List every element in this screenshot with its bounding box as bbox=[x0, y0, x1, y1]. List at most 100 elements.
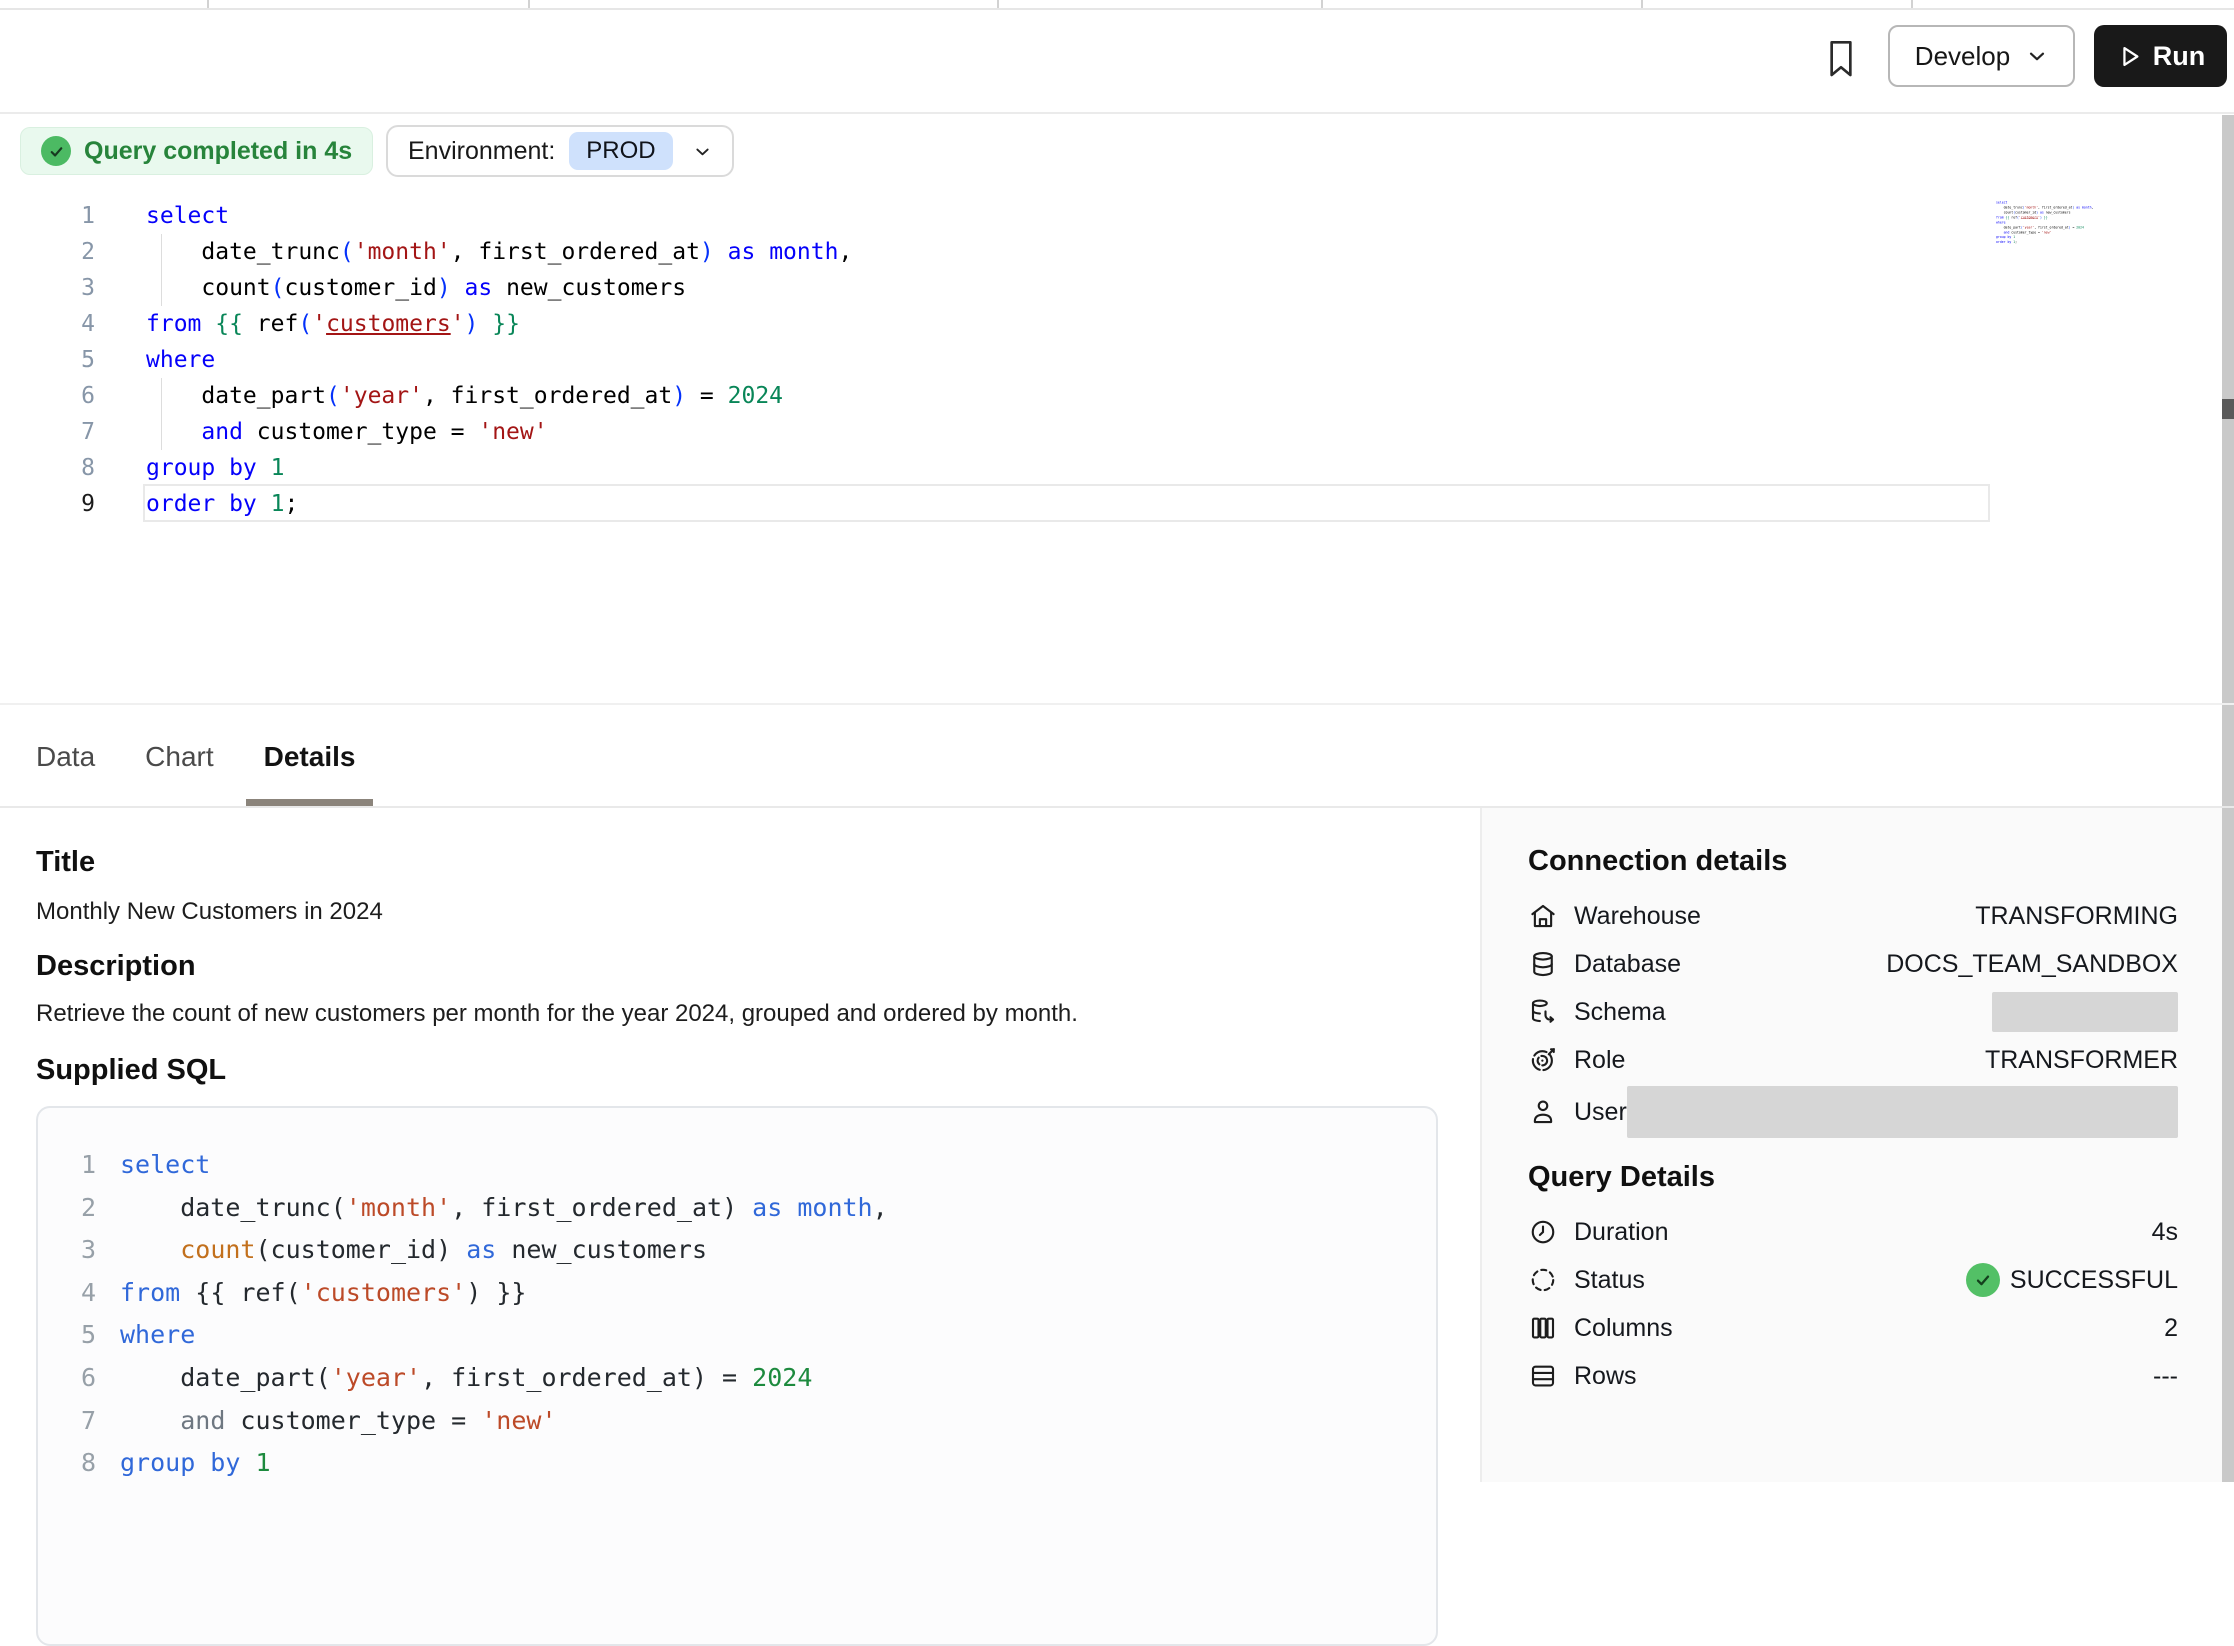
detail-row-database: Database DOCS_TEAM_SANDBOX bbox=[1528, 940, 2178, 988]
line-number: 4 bbox=[38, 1272, 96, 1315]
detail-value: DOCS_TEAM_SANDBOX bbox=[1886, 950, 2178, 979]
detail-row-role: RoleTRANSFORMER bbox=[1528, 1036, 2178, 1084]
line-number: 2 bbox=[0, 234, 95, 270]
run-label: Run bbox=[2153, 41, 2205, 72]
run-button[interactable]: Run bbox=[2094, 25, 2227, 87]
tab-separator bbox=[997, 0, 999, 8]
code-text: count(customer_id) as new_customers bbox=[1996, 211, 2071, 215]
active-line-highlight bbox=[143, 484, 1990, 522]
scrollbar-thumb[interactable] bbox=[2222, 399, 2234, 419]
supplied-sql-card: 1select2 date_trunc('month', first_order… bbox=[36, 1106, 1438, 1646]
tab-details[interactable]: Details bbox=[264, 705, 356, 806]
line-number: 6 bbox=[0, 378, 95, 414]
status-icon bbox=[1528, 1265, 1562, 1295]
line-number: 3 bbox=[0, 270, 95, 306]
indent-guide bbox=[161, 414, 162, 450]
bookmark-icon bbox=[1825, 38, 1857, 85]
detail-label: Schema bbox=[1574, 998, 1666, 1027]
detail-label: Database bbox=[1574, 950, 1681, 979]
code-text: group by 1 bbox=[1996, 235, 2015, 239]
develop-menu-button[interactable]: Develop bbox=[1888, 25, 2075, 87]
code-text: count(customer_id) as new_customers bbox=[120, 1235, 707, 1264]
description-value: Retrieve the count of new customers per … bbox=[36, 1000, 1376, 1028]
columns-icon bbox=[1528, 1313, 1562, 1343]
code-text: group by 1 bbox=[120, 1448, 271, 1477]
tab-data[interactable]: Data bbox=[36, 705, 95, 806]
code-line[interactable]: 6 date_part('year', first_ordered_at) = … bbox=[0, 378, 1990, 414]
code-line[interactable]: 7 and customer_type = 'new' bbox=[0, 414, 1990, 450]
tab-separator bbox=[528, 0, 530, 8]
query-details-rows: Duration4sStatusSUCCESSFULColumns2Rows--… bbox=[1528, 1208, 2178, 1400]
role-icon bbox=[1528, 1045, 1562, 1075]
success-check-icon bbox=[1966, 1263, 2000, 1297]
title-heading: Title bbox=[36, 846, 95, 879]
tab-chart[interactable]: Chart bbox=[145, 705, 213, 806]
rows-icon bbox=[1528, 1361, 1562, 1391]
schema-icon bbox=[1528, 997, 1562, 1027]
supplied-sql-code: 1select2 date_trunc('month', first_order… bbox=[38, 1144, 1436, 1485]
sql-editor[interactable]: 1select2 date_trunc('month', first_order… bbox=[0, 198, 1990, 522]
details-side-panel: Connection details Warehouse TRANSFORMING… bbox=[1480, 808, 2222, 1482]
code-line[interactable]: 3 count(customer_id) as new_customers bbox=[0, 270, 1990, 306]
tab-separator bbox=[1641, 0, 1643, 8]
detail-row-status: StatusSUCCESSFUL bbox=[1528, 1256, 2178, 1304]
code-text: from {{ ref('customers') }} bbox=[1996, 216, 2048, 220]
results-tabs: Data Chart Details bbox=[0, 705, 355, 806]
environment-label: Environment: bbox=[408, 137, 555, 166]
code-text: select bbox=[1996, 201, 2007, 205]
code-text: and customer_type = 'new' bbox=[146, 419, 548, 445]
code-line[interactable]: 4from {{ ref('customers') }} bbox=[0, 306, 1990, 342]
title-value: Monthly New Customers in 2024 bbox=[36, 898, 383, 926]
code-line: 6 date_part('year', first_ordered_at) = … bbox=[38, 1357, 1436, 1400]
warehouse-icon bbox=[1528, 901, 1562, 931]
code-line: 3 count(customer_id) as new_customers bbox=[38, 1229, 1436, 1272]
minimap-code: 1select2 date_trunc('month', first_order… bbox=[1996, 200, 2102, 245]
code-line: 8 group by 1 bbox=[38, 1442, 1436, 1485]
indent-guide bbox=[161, 378, 162, 414]
database-icon bbox=[1528, 949, 1562, 979]
code-text: order by 1; bbox=[146, 491, 298, 517]
code-line[interactable]: 9 order by 1; bbox=[0, 486, 1990, 522]
detail-row-schema: Schema bbox=[1528, 988, 2178, 1036]
app-root: Develop Run Query completed in 4s Enviro… bbox=[0, 0, 2234, 1482]
detail-label: Warehouse bbox=[1574, 902, 1701, 931]
code-line[interactable]: 8group by 1 bbox=[0, 450, 1990, 486]
code-text: where bbox=[120, 1320, 195, 1349]
duration-icon bbox=[1528, 1217, 1562, 1247]
line-number: 5 bbox=[38, 1314, 96, 1357]
tab-separator bbox=[1911, 0, 1913, 8]
code-line: 5 where bbox=[38, 1314, 1436, 1357]
environment-value-badge: PROD bbox=[569, 132, 672, 170]
code-line[interactable]: 1select bbox=[0, 198, 1990, 234]
detail-row-rows: Rows--- bbox=[1528, 1352, 2178, 1400]
tab-separator bbox=[207, 0, 209, 8]
user-icon bbox=[1528, 1097, 1562, 1127]
code-line[interactable]: 5where bbox=[0, 342, 1990, 378]
code-line: 9order by 1; bbox=[1996, 240, 2102, 245]
code-text: date_trunc('month', first_ordered_at) as… bbox=[120, 1193, 888, 1222]
bookmark-button[interactable] bbox=[1818, 36, 1864, 86]
code-line[interactable]: 2 date_trunc('month', first_ordered_at) … bbox=[0, 234, 1990, 270]
detail-value: 2 bbox=[2164, 1314, 2178, 1343]
connection-details-rows: Warehouse TRANSFORMING Database DOCS_TEAM_S… bbox=[1528, 892, 2178, 1140]
top-tab-strip bbox=[0, 0, 2234, 10]
detail-value: TRANSFORMING bbox=[1975, 902, 2178, 931]
redacted-value bbox=[1627, 1086, 2178, 1138]
play-icon bbox=[2116, 43, 2143, 70]
code-text: date_trunc('month', first_ordered_at) as… bbox=[1996, 206, 2093, 210]
code-text: count(customer_id) as new_customers bbox=[146, 275, 686, 301]
line-number: 8 bbox=[38, 1442, 96, 1485]
code-text: from {{ ref('customers') }} bbox=[120, 1278, 526, 1307]
scrollbar-track[interactable] bbox=[2222, 115, 2234, 1482]
environment-selector[interactable]: Environment: PROD bbox=[386, 125, 734, 177]
code-text: date_trunc('month', first_ordered_at) as… bbox=[146, 239, 852, 265]
detail-row-duration: Duration4s bbox=[1528, 1208, 2178, 1256]
query-status-badge: Query completed in 4s bbox=[20, 127, 373, 175]
code-text: date_part('year', first_ordered_at) = 20… bbox=[120, 1363, 812, 1392]
connection-details-heading: Connection details bbox=[1528, 808, 2178, 878]
code-line: 1select bbox=[38, 1144, 1436, 1187]
line-number: 9 bbox=[0, 486, 95, 522]
detail-row-user: User bbox=[1528, 1084, 2178, 1140]
editor-minimap[interactable]: 1select2 date_trunc('month', first_order… bbox=[1996, 200, 2102, 250]
detail-label: Duration bbox=[1574, 1218, 1669, 1247]
